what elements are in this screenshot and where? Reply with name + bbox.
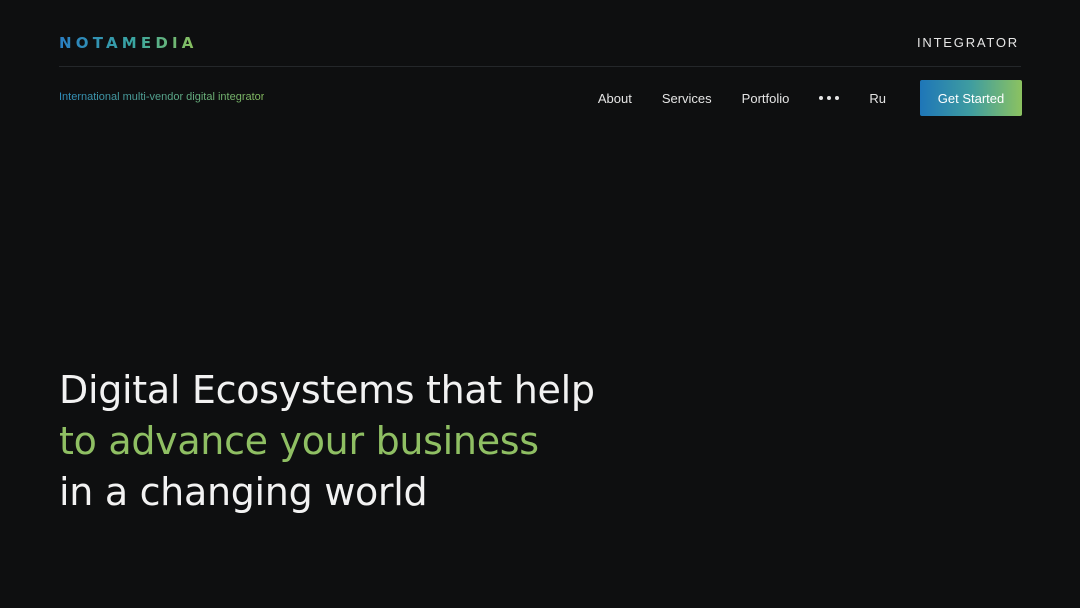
top-bar: NOTAMEDIA INTEGRATOR: [59, 0, 1021, 67]
hero-line-2: to advance your business: [59, 419, 539, 464]
more-horizontal-icon[interactable]: [819, 96, 840, 100]
tagline: International multi-vendor digital integ…: [59, 91, 265, 103]
get-started-button[interactable]: Get Started: [920, 80, 1022, 116]
language-switch[interactable]: Ru: [869, 91, 886, 106]
dot: [835, 96, 840, 100]
main-nav: About Services Portfolio Ru Get Started: [598, 80, 1022, 116]
nav-link-portfolio[interactable]: Portfolio: [742, 91, 790, 106]
nav-row: International multi-vendor digital integ…: [59, 80, 1022, 116]
nav-link-services[interactable]: Services: [662, 91, 712, 106]
nav-link-about[interactable]: About: [598, 91, 632, 106]
hero-line-3: in a changing world: [59, 470, 428, 515]
dot: [819, 96, 824, 100]
logo[interactable]: NOTAMEDIA: [59, 34, 198, 52]
dot: [827, 96, 832, 100]
integrator-label: INTEGRATOR: [916, 35, 1019, 50]
hero-heading: Digital Ecosystems that help to advance …: [59, 365, 595, 518]
landing-page: NOTAMEDIA INTEGRATOR International multi…: [0, 0, 1080, 608]
hero-line-1: Digital Ecosystems that help: [59, 368, 595, 413]
